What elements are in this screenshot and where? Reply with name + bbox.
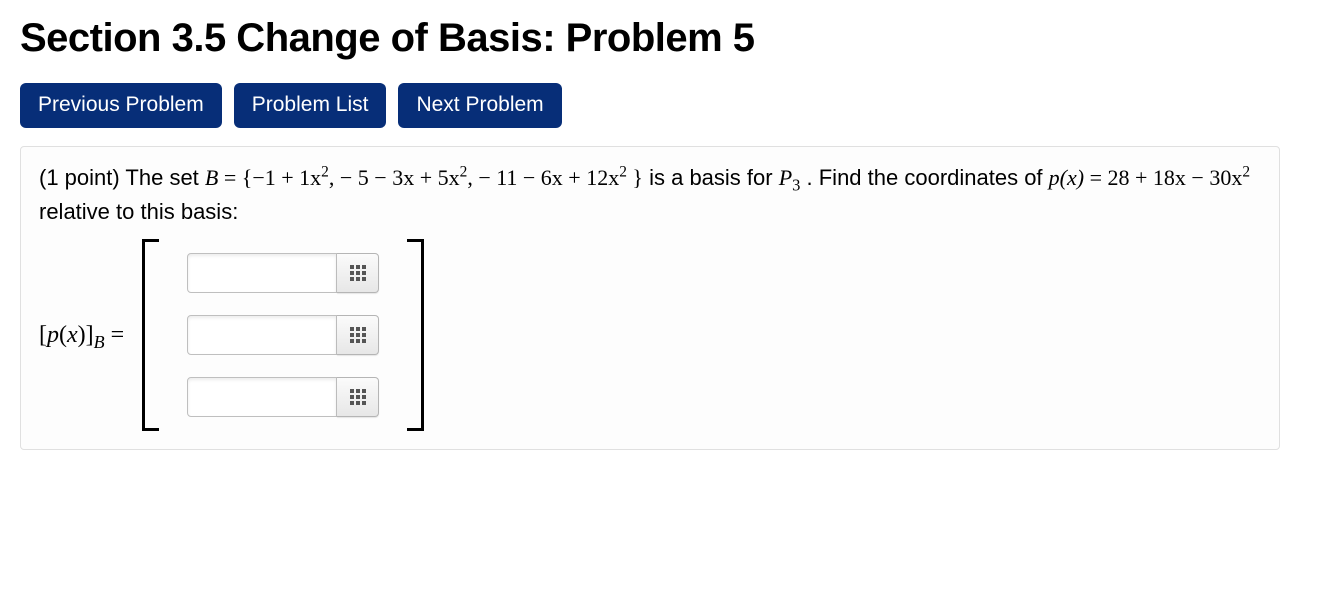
vector-entry-1 xyxy=(187,253,379,293)
right-bracket xyxy=(407,239,424,431)
problem-panel: (1 point) The set B = {−1 + 1x2, − 5 − 3… xyxy=(20,146,1280,450)
vector-entry-3 xyxy=(187,377,379,417)
vector-input-1[interactable] xyxy=(187,253,337,293)
keypad-icon xyxy=(350,389,366,405)
keypad-button-2[interactable] xyxy=(337,315,379,355)
keypad-icon xyxy=(350,327,366,343)
problem-list-button[interactable]: Problem List xyxy=(234,83,387,128)
keypad-button-3[interactable] xyxy=(337,377,379,417)
next-problem-button[interactable]: Next Problem xyxy=(398,83,561,128)
coordinates-label: [p(x)]B = xyxy=(39,321,124,349)
left-bracket xyxy=(142,239,159,431)
vector-entry-2 xyxy=(187,315,379,355)
keypad-button-1[interactable] xyxy=(337,253,379,293)
answer-vector xyxy=(142,239,424,431)
vector-input-3[interactable] xyxy=(187,377,337,417)
problem-statement: (1 point) The set B = {−1 + 1x2, − 5 − 3… xyxy=(39,161,1261,229)
nav-buttons: Previous Problem Problem List Next Probl… xyxy=(20,83,1298,128)
answer-row: [p(x)]B = xyxy=(39,239,1261,431)
vector-input-2[interactable] xyxy=(187,315,337,355)
previous-problem-button[interactable]: Previous Problem xyxy=(20,83,222,128)
page-title: Section 3.5 Change of Basis: Problem 5 xyxy=(20,16,1298,61)
keypad-icon xyxy=(350,265,366,281)
